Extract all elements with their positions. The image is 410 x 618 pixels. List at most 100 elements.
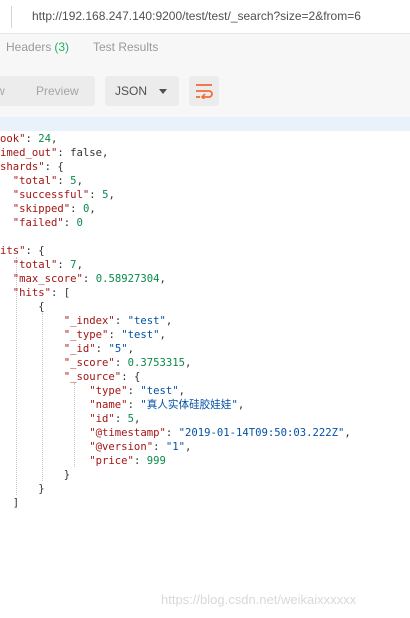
code-line: } — [0, 482, 45, 496]
json-key: "total" — [0, 175, 58, 187]
json-value: 999 — [146, 455, 166, 467]
wrap-lines-button[interactable] — [189, 76, 219, 106]
json-punct: : — [153, 441, 166, 453]
json-string: "test" — [121, 329, 160, 341]
tab-test-results[interactable]: Test Results — [93, 40, 158, 54]
code-line: "_source": { — [0, 370, 141, 384]
json-punct: : — [70, 203, 83, 215]
json-punct: { — [0, 301, 45, 313]
code-line: "total": 7, — [0, 258, 83, 272]
json-key: "max_score" — [0, 273, 83, 285]
json-punct: , — [159, 329, 166, 341]
code-line: "skipped": 0, — [0, 202, 96, 216]
json-value: 0.58927304 — [95, 273, 160, 285]
json-key: "type" — [0, 385, 128, 397]
json-key: its" — [0, 245, 26, 257]
format-select-value: JSON — [115, 84, 148, 98]
code-line: its": { — [0, 244, 45, 258]
json-punct: , — [89, 203, 96, 215]
json-string: "2019-01-14T09:50:03.222Z" — [178, 427, 345, 439]
response-tabs: Headers (3) Test Results — [0, 34, 410, 60]
json-punct: , — [127, 343, 134, 355]
json-punct: : — [57, 175, 71, 187]
json-string: "test" — [127, 315, 166, 327]
pretty-button[interactable]: w — [0, 84, 5, 98]
json-punct: : — [57, 259, 71, 271]
wrap-lines-icon — [196, 84, 213, 99]
json-punct: : { — [44, 161, 64, 173]
json-punct: : — [95, 343, 109, 355]
code-line: ook": 24, — [0, 132, 57, 146]
json-key: "price" — [0, 455, 134, 467]
editor-top-strip — [0, 117, 410, 131]
chevron-down-icon — [159, 89, 167, 94]
json-punct: ] — [0, 497, 20, 509]
json-punct: , — [76, 259, 83, 271]
preview-button[interactable]: Preview — [36, 84, 79, 98]
json-punct: , — [237, 399, 245, 411]
json-punct: : — [82, 273, 96, 285]
json-key: "successful" — [0, 189, 90, 201]
json-key: "hits" — [0, 287, 52, 299]
json-punct: : false, — [57, 147, 109, 159]
json-punct: , — [184, 357, 192, 369]
json-key: shards" — [0, 161, 45, 173]
code-line: "successful": 5, — [0, 188, 115, 202]
json-punct: : { — [121, 371, 141, 383]
code-line: imed_out": false, — [0, 146, 108, 160]
json-punct: , — [178, 385, 185, 397]
json-key: "total" — [0, 259, 58, 271]
tab-headers[interactable]: Headers (3) — [6, 40, 69, 54]
json-key: "skipped" — [0, 203, 71, 215]
code-line: "_index": "test", — [0, 314, 172, 328]
headers-count-badge: (3) — [54, 40, 70, 54]
json-string: "1" — [165, 441, 185, 453]
json-punct: } — [0, 483, 45, 495]
code-line: shards": { — [0, 160, 64, 174]
json-value: 24 — [38, 133, 52, 145]
json-key: ook" — [0, 133, 26, 145]
watermark-text: https://blog.csdn.net/weikaixxxxxx — [161, 592, 357, 607]
code-line: "hits": [ — [0, 286, 70, 300]
json-string: "真人实体硅胶娃娃" — [140, 399, 238, 411]
json-string: "5" — [108, 343, 128, 355]
code-line: "max_score": 0.58927304, — [0, 272, 166, 286]
request-url[interactable]: http://192.168.247.140:9200/test/test/_s… — [32, 9, 361, 23]
json-punct: , — [108, 189, 115, 201]
code-line: { — [0, 300, 45, 314]
response-body[interactable]: ook": 24, imed_out": false, shards": { "to… — [0, 131, 410, 618]
json-value: 0.3753315 — [127, 357, 185, 369]
json-key: "id" — [0, 413, 115, 425]
json-key: "_id" — [0, 343, 96, 355]
json-punct: : — [133, 455, 147, 467]
json-punct: : — [165, 427, 179, 439]
json-punct: : — [89, 189, 103, 201]
address-bar[interactable]: http://192.168.247.140:9200/test/test/_s… — [0, 0, 410, 34]
json-key: "name" — [0, 399, 128, 411]
code-line: } — [0, 468, 70, 482]
json-punct: , — [159, 273, 166, 285]
code-line: ] — [0, 496, 19, 510]
json-punct: } — [0, 469, 71, 481]
json-key: "_score" — [0, 357, 115, 369]
json-punct: : — [114, 315, 128, 327]
json-punct: : — [127, 385, 141, 397]
json-punct: , — [133, 413, 141, 425]
json-punct: : — [25, 133, 39, 145]
code-line: "price": 999 — [0, 454, 166, 468]
json-punct: , — [184, 441, 192, 453]
tab-headers-label: Headers — [6, 40, 52, 54]
json-punct: : { — [25, 245, 45, 257]
json-punct: : — [127, 399, 141, 411]
code-line: "_type": "test", — [0, 328, 166, 342]
json-key: "_type" — [0, 329, 109, 341]
json-punct: , — [344, 427, 351, 439]
format-select[interactable]: JSON — [105, 76, 179, 106]
json-punct: : — [114, 413, 128, 425]
json-punct: : — [108, 329, 122, 341]
address-bar-divider — [11, 6, 12, 28]
json-punct: , — [51, 133, 58, 145]
json-value: 0 — [76, 217, 83, 229]
view-mode-group: w Preview — [0, 76, 95, 106]
code-line: "name": "真人实体硅胶娃娃", — [0, 398, 244, 412]
